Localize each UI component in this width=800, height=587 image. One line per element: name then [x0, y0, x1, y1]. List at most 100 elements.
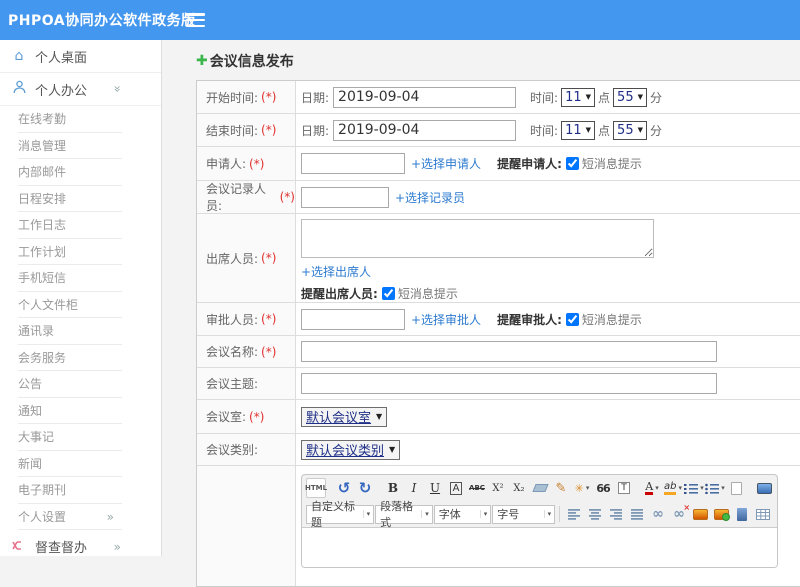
dropdown-caret-icon: ▾ [543, 510, 553, 518]
sidebar-item-contacts[interactable]: 通讯录 [18, 318, 122, 345]
font-family-select[interactable]: 字体 ▾ [433, 504, 492, 524]
start-time-label: 开始时间: [206, 90, 259, 105]
sidebar-item-personal-settings[interactable]: 个人设置 » [18, 504, 122, 530]
paste-text-icon[interactable]: T [614, 478, 634, 498]
remove-link-icon[interactable]: ∞ [669, 503, 690, 524]
editor-toolbar-row1: HTML ↺ ↻ B I U A ABC X² X₂ ✎ ✳ ▾ 66 T A … [302, 475, 777, 501]
recorder-label: 会议记录人员: [206, 182, 267, 213]
sidebar-item-messages[interactable]: 消息管理 [18, 133, 122, 159]
app-title: PHPOA协同办公软件政务版 [8, 13, 196, 29]
font-color-button[interactable]: A ▾ [642, 478, 662, 498]
user-icon [10, 80, 28, 98]
row-meeting-subject: 会议主题: [197, 368, 800, 400]
choose-applicant-link[interactable]: +选择申请人 [411, 155, 481, 172]
applicant-input[interactable] [301, 153, 405, 174]
redo-icon[interactable]: ↻ [355, 478, 375, 498]
meeting-category-select[interactable]: 默认会议类别 ▼ [301, 439, 401, 460]
time-label: 时间: [530, 123, 559, 138]
sidebar-item-personal-office[interactable]: 个人办公 » [0, 73, 161, 106]
font-size-select[interactable]: 字号 ▾ [492, 504, 556, 524]
editor-content-area[interactable] [302, 527, 777, 567]
choose-recorder-link[interactable]: +选择记录员 [395, 189, 465, 206]
sidebar-item-label: 督查督办 [35, 541, 88, 556]
minute-unit: 分 [649, 123, 662, 138]
new-page-icon[interactable] [726, 478, 746, 498]
sidebar-item-supervision[interactable]: 督查督办 » [0, 530, 161, 563]
align-center-icon[interactable] [585, 504, 605, 524]
choose-attendees-link[interactable]: +选择出席人 [301, 263, 371, 280]
clear-format-icon[interactable]: ✳ ▾ [572, 478, 592, 498]
hamburger-menu-icon[interactable] [186, 13, 205, 27]
start-date-input[interactable] [333, 86, 517, 108]
date-label: 日期: [301, 90, 330, 105]
align-justify-icon[interactable] [627, 504, 647, 524]
main-content: ✚ 会议信息发布 开始时间:(*) 日期: 时间: 11▼ 点 55▼ 分 结束… [163, 40, 800, 587]
subscript-button[interactable]: X₂ [509, 478, 529, 498]
sidebar-item-schedule[interactable]: 日程安排 [18, 186, 122, 212]
sidebar-item-announcement[interactable]: 公告 [18, 371, 122, 398]
choose-approver-link[interactable]: +选择审批人 [411, 311, 481, 328]
sidebar-item-internal-mail[interactable]: 内部邮件 [18, 159, 122, 186]
remind-applicant-label: 提醒申请人: [497, 157, 562, 171]
highlight-color-button[interactable]: ab ▾ [663, 478, 683, 498]
bold-button[interactable]: B [383, 478, 403, 498]
undo-icon[interactable]: ↺ [334, 478, 354, 498]
sidebar-item-work-plan[interactable]: 工作计划 [18, 239, 122, 265]
underline-button[interactable]: U [425, 478, 445, 498]
date-label: 日期: [301, 123, 330, 138]
required-mark: (*) [261, 90, 277, 104]
approver-input[interactable] [301, 308, 405, 330]
attendees-sms-checkbox[interactable] [381, 287, 395, 300]
sms-label: 短消息提示 [397, 287, 458, 301]
sidebar-item-attendance[interactable]: 在线考勤 [18, 106, 122, 133]
sidebar-item-news[interactable]: 新闻 [18, 451, 122, 477]
meeting-subject-input[interactable] [301, 373, 717, 394]
dropdown-caret-icon: ▾ [421, 510, 430, 518]
ordered-list-icon[interactable]: ▾ [684, 478, 704, 498]
sidebar-item-notice[interactable]: 通知 [18, 398, 122, 424]
sidebar-item-sms[interactable]: 手机短信 [18, 265, 122, 292]
unordered-list-icon[interactable]: ▾ [705, 478, 725, 498]
approver-sms-checkbox[interactable] [565, 312, 579, 326]
minute-unit: 分 [649, 90, 662, 105]
italic-button[interactable]: I [404, 478, 424, 498]
meeting-room-select[interactable]: 默认会议室 ▼ [301, 406, 388, 427]
dropdown-caret-icon: ▾ [479, 510, 489, 518]
align-right-icon[interactable] [606, 504, 626, 524]
recorder-input[interactable] [301, 186, 389, 208]
meeting-name-input[interactable] [301, 341, 717, 362]
align-left-icon[interactable] [564, 504, 584, 524]
fullscreen-icon[interactable] [754, 478, 774, 498]
start-minute-select[interactable]: 55 ▼ [613, 87, 647, 107]
required-mark: (*) [261, 312, 277, 326]
row-meeting-room: 会议室: (*) 默认会议室 ▼ [197, 400, 800, 434]
format-brush-icon[interactable]: ✎ [551, 478, 571, 498]
insert-link-icon[interactable]: ∞ [648, 504, 668, 524]
end-minute-select[interactable]: 55 ▼ [613, 120, 647, 140]
insert-table-icon[interactable] [753, 504, 773, 524]
insert-image-icon[interactable] [690, 504, 710, 524]
page-break-icon[interactable] [732, 504, 752, 524]
sidebar-item-e-journal[interactable]: 电子期刊 [18, 477, 122, 504]
sidebar-item-file-cabinet[interactable]: 个人文件柜 [18, 292, 122, 318]
sidebar-item-desktop[interactable]: ⌂ 个人桌面 [0, 40, 161, 73]
sidebar-item-meeting-service[interactable]: 会务服务 [18, 345, 122, 371]
attendees-textarea[interactable] [301, 219, 654, 258]
dropdown-caret-icon: ▼ [585, 126, 592, 134]
sidebar-item-work-log[interactable]: 工作日志 [18, 212, 122, 239]
upload-image-icon[interactable] [711, 504, 731, 524]
superscript-button[interactable]: X² [488, 478, 508, 498]
blockquote-button[interactable]: 66 [593, 478, 613, 498]
strikethrough-button[interactable]: ABC [467, 478, 487, 498]
heading-select[interactable]: 自定义标题 ▾ [306, 500, 375, 529]
paragraph-format-select[interactable]: 段落格式 ▾ [375, 500, 433, 529]
eraser-icon[interactable] [530, 478, 550, 498]
applicant-sms-checkbox[interactable] [565, 157, 579, 170]
sidebar-item-events[interactable]: 大事记 [18, 424, 122, 451]
row-approver: 审批人员: (*) +选择审批人 提醒审批人: 短消息提示 [197, 303, 800, 336]
end-date-input[interactable] [333, 119, 517, 141]
html-source-button[interactable]: HTML [305, 478, 327, 498]
end-hour-select[interactable]: 11 ▼ [561, 120, 596, 140]
start-hour-select[interactable]: 11 ▼ [561, 87, 596, 107]
font-style-button[interactable]: A [449, 481, 463, 495]
